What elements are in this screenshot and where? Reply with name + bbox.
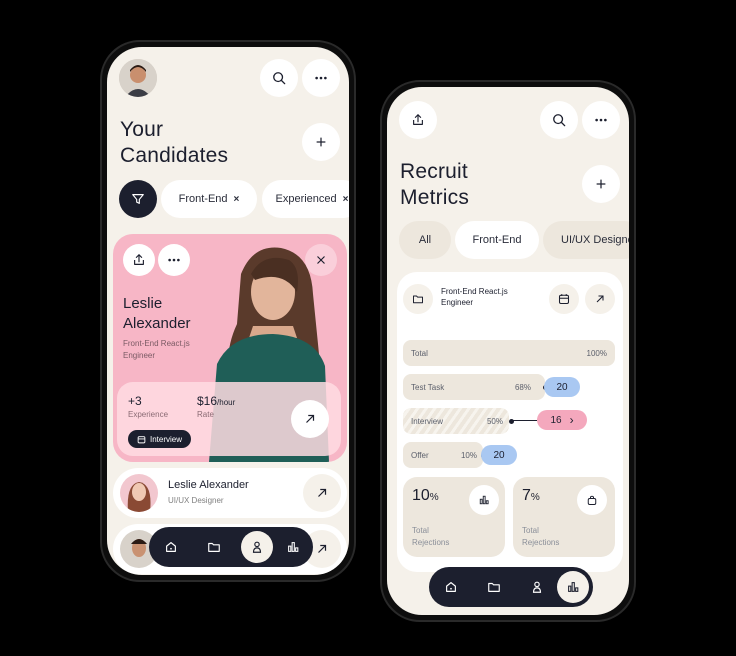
bar-chart-icon <box>568 582 579 592</box>
calendar-button[interactable] <box>549 284 579 314</box>
candidates-screen: Your Candidates Front-End × Experienced × <box>107 47 349 575</box>
nav-home[interactable] <box>435 571 467 603</box>
funnel-row-total: Total 100% <box>403 340 615 366</box>
open-candidate-button[interactable] <box>291 400 329 438</box>
phone-candidates: Your Candidates Front-End × Experienced × <box>100 40 356 582</box>
candidate-role: Front-End React.js Engineer <box>123 339 190 360</box>
job-title: Front-End React.js Engineer <box>441 287 508 307</box>
search-button[interactable] <box>540 101 578 139</box>
more-icon <box>168 258 180 262</box>
tab-ui-ux-designer[interactable]: UI/UX Designer <box>543 221 629 259</box>
rate-label: Rate <box>197 410 214 419</box>
folder-icon <box>488 582 500 592</box>
experience-value: +3 <box>128 394 142 408</box>
share-button[interactable] <box>123 244 155 276</box>
add-candidate-button[interactable] <box>302 123 340 161</box>
home-icon <box>446 582 456 592</box>
phone-metrics: Recruit Metrics All Front-End UI/UX Desi… <box>380 80 636 622</box>
folder-button[interactable] <box>403 284 433 314</box>
rate-value: $16/hour <box>197 394 236 408</box>
filter-icon <box>132 194 144 204</box>
user-icon <box>532 581 542 593</box>
search-button[interactable] <box>260 59 298 97</box>
bar-chart-icon <box>288 542 299 552</box>
share-icon <box>413 114 423 125</box>
arrow-up-right-icon <box>318 544 327 553</box>
arrow-up-right-icon <box>596 295 604 303</box>
candidate-stats: +3 Experience $16/hour Rate Interview <box>117 382 341 456</box>
bag-button[interactable] <box>577 485 607 515</box>
user-avatar[interactable] <box>119 59 157 97</box>
close-icon <box>317 256 325 264</box>
home-icon <box>166 542 176 552</box>
share-icon <box>134 254 144 265</box>
nav-home[interactable] <box>155 531 187 563</box>
more-icon <box>315 76 327 80</box>
arrow-up-right-icon <box>306 414 315 423</box>
funnel-row-offer: Offer 10% <box>403 442 483 468</box>
nav-metrics[interactable] <box>557 571 589 603</box>
funnel-row-test-task: Test Task 68% <box>403 374 545 400</box>
chart-button[interactable] <box>469 485 499 515</box>
featured-candidate-card[interactable]: Leslie Alexander Front-End React.js Engi… <box>113 234 347 462</box>
funnel-row-interview: Interview 50% <box>403 408 509 434</box>
nav-candidates[interactable] <box>521 571 553 603</box>
funnel-connector <box>511 420 537 421</box>
list-item-name: Leslie Alexander <box>168 479 249 491</box>
list-item-role: UI/UX Designer <box>168 496 224 505</box>
funnel-count-interview[interactable]: 16 › <box>537 410 587 430</box>
more-icon <box>595 118 607 122</box>
share-button[interactable] <box>399 101 437 139</box>
nav-candidates[interactable] <box>241 531 273 563</box>
folder-icon <box>208 542 220 552</box>
bar-chart-icon <box>479 495 489 505</box>
arrow-up-right-icon <box>318 488 327 497</box>
metrics-card: Front-End React.js Engineer Total 100% T… <box>397 272 623 572</box>
nav-folder[interactable] <box>478 571 510 603</box>
close-icon[interactable]: × <box>343 194 349 205</box>
tab-front-end[interactable]: Front-End <box>455 221 539 259</box>
funnel-count-offer: 20 <box>481 445 517 465</box>
tab-all[interactable]: All <box>399 221 451 259</box>
more-button[interactable] <box>582 101 620 139</box>
avatar <box>120 474 158 512</box>
dismiss-button[interactable] <box>305 244 337 276</box>
bottom-nav <box>149 527 313 567</box>
rejections-card[interactable]: 10% Total Rejections <box>403 477 505 557</box>
filter-chip-experienced[interactable]: Experienced × <box>262 180 349 218</box>
chevron-right-icon: › <box>569 413 574 427</box>
add-metric-button[interactable] <box>582 165 620 203</box>
bag-icon <box>587 495 597 505</box>
open-list-item-button[interactable] <box>303 474 341 512</box>
search-icon <box>553 114 566 127</box>
metrics-screen: Recruit Metrics All Front-End UI/UX Desi… <box>387 87 629 615</box>
funnel-dot <box>509 419 514 424</box>
plus-icon <box>596 179 606 189</box>
rejections-card[interactable]: 7% Total Rejections <box>513 477 615 557</box>
search-icon <box>273 72 286 85</box>
open-job-button[interactable] <box>585 284 615 314</box>
bottom-nav <box>429 567 593 607</box>
filter-chip-front-end[interactable]: Front-End × <box>161 180 257 218</box>
page-title: Your Candidates <box>120 118 229 167</box>
user-icon <box>252 541 262 553</box>
card-more-button[interactable] <box>158 244 190 276</box>
close-icon[interactable]: × <box>234 194 240 205</box>
more-button[interactable] <box>302 59 340 97</box>
plus-icon <box>316 137 326 147</box>
candidate-name: Leslie Alexander <box>123 295 191 332</box>
folder-icon <box>413 295 423 304</box>
page-title: Recruit Metrics <box>400 160 470 209</box>
funnel-count-test-task: 20 <box>544 377 580 397</box>
filter-button[interactable] <box>119 180 157 218</box>
list-item[interactable]: Leslie Alexander UI/UX Designer <box>113 468 347 518</box>
nav-folder[interactable] <box>198 531 230 563</box>
nav-metrics[interactable] <box>277 531 309 563</box>
status-badge: Interview <box>128 430 192 448</box>
calendar-icon <box>558 294 570 305</box>
experience-label: Experience <box>128 410 169 419</box>
calendar-icon <box>137 435 146 443</box>
